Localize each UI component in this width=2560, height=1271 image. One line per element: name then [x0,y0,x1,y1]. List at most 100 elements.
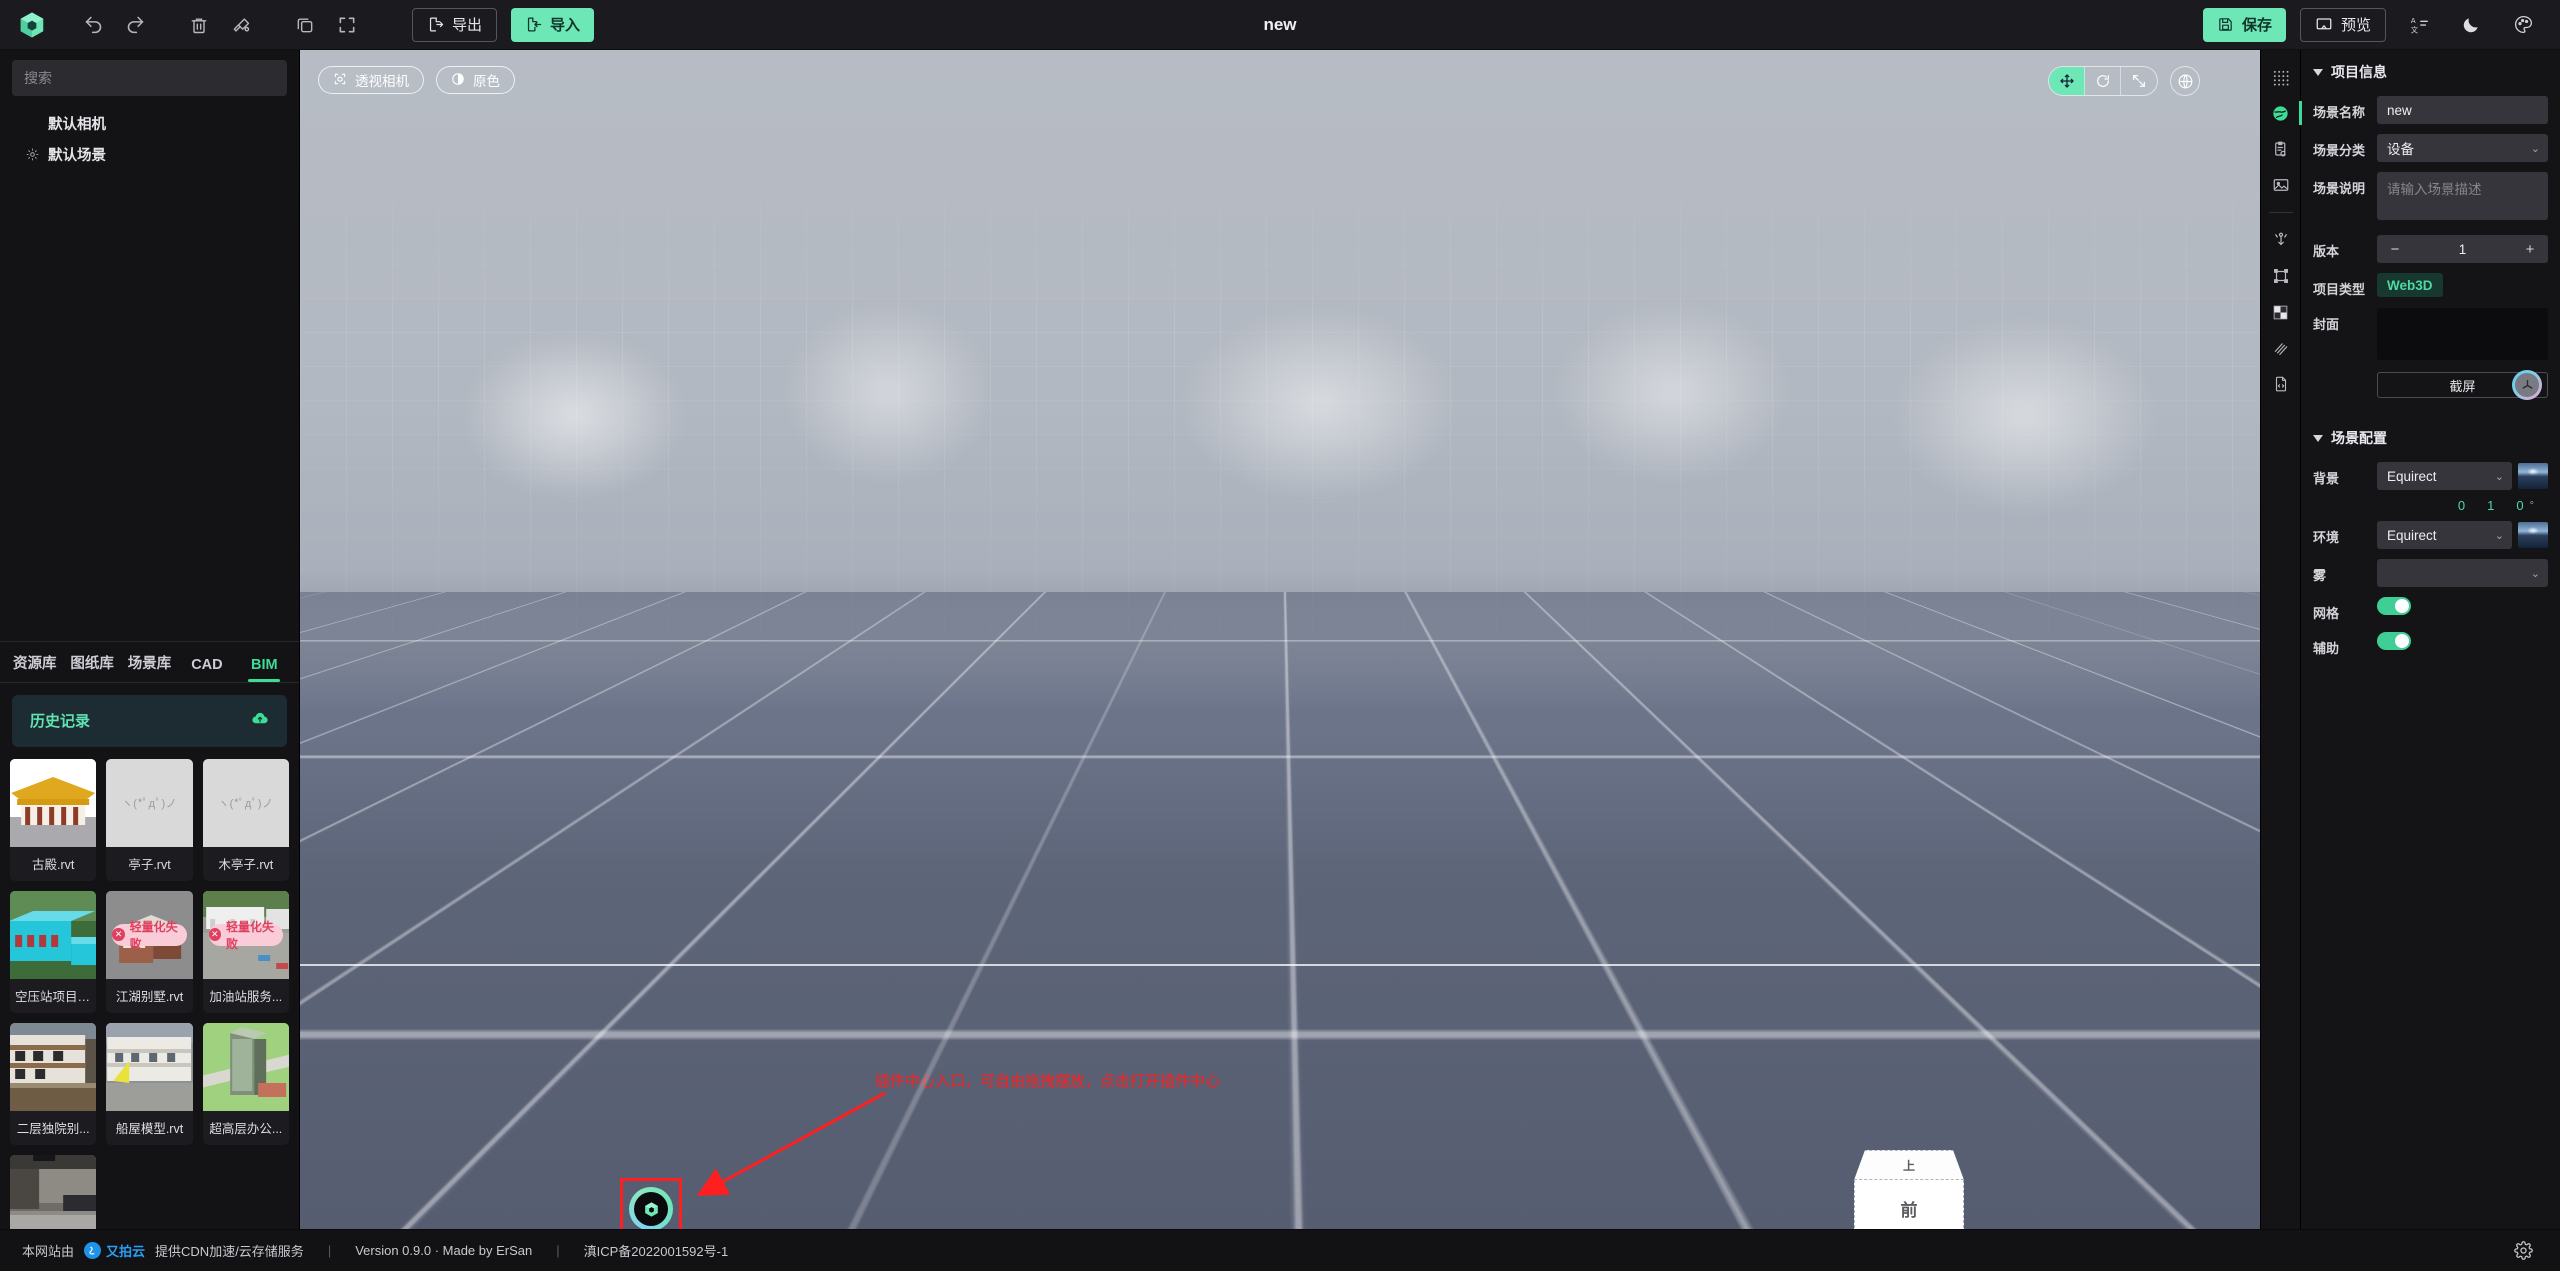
fullscreen-icon[interactable] [328,6,366,44]
view-cube-front-face[interactable]: 前 [1854,1180,1964,1229]
clipboard-history-icon[interactable] [2264,132,2298,166]
import-button[interactable]: 导入 [511,7,595,42]
original-color-button[interactable]: 原色 [436,66,515,94]
model-card[interactable]: ヽ(*ﾟдﾟ)ノ 亭子.rvt [106,758,193,881]
tab-drawing-library[interactable]: 图纸库 [63,641,120,682]
model-card[interactable]: 超高层办公... [202,1022,289,1145]
background-number-2[interactable]: 0 [2516,498,2523,513]
checker-material-icon[interactable] [2264,295,2298,329]
plugin-center-entry[interactable] [620,1178,682,1229]
project-info-section-header[interactable]: 项目信息 [2301,50,2560,92]
tree-item-default-scene[interactable]: 默认场景 [0,139,299,170]
upyun-brand[interactable]: 又拍云 [84,1241,145,1260]
version-label: 版本 [2313,244,2340,259]
redo-icon[interactable] [116,6,154,44]
model-card[interactable]: ヽ(*ﾟдﾟ)ノ 木亭子.rvt [202,758,289,881]
mercedes-star-icon[interactable] [2512,370,2542,400]
scene-name-input[interactable] [2377,96,2548,124]
background-type-select[interactable]: Equirect ⌄ [2377,462,2512,490]
scene-name-label: 场景名称 [2313,105,2366,120]
cover-preview[interactable] [2377,308,2548,360]
moon-icon[interactable] [2452,6,2490,44]
globe-icon[interactable] [2170,66,2200,96]
save-button[interactable]: 保存 [2202,7,2286,42]
background-number-1[interactable]: 1 [2487,498,2494,513]
scene-category-control: 设备 ⌄ [2377,134,2548,162]
history-record-button[interactable]: 历史记录 [12,694,287,747]
scale-gizmo-icon[interactable] [2121,67,2157,95]
scene-desc-textarea[interactable] [2377,172,2548,220]
layers-icon[interactable] [2264,331,2298,365]
cover-row: 封面 [2301,304,2560,366]
environment-type-select[interactable]: Equirect ⌄ [2377,521,2512,549]
model-card[interactable]: 古殿.rvt [10,758,97,881]
scene-name-row: 场景名称 [2301,92,2560,130]
fog-select[interactable]: ⌄ [2377,559,2548,587]
view-cube[interactable]: 上 前 [1854,1150,1964,1229]
model-card[interactable]: ✕ 轻量化失败 加油站服务... [202,890,289,1013]
left-panel-spacer [0,170,299,641]
scene-config-section-header[interactable]: 场景配置 [2301,416,2560,458]
grid-dots-icon[interactable] [2264,60,2298,94]
export-button[interactable]: 导出 [412,7,498,42]
perspective-camera-button[interactable]: 透视相机 [318,66,424,94]
3d-viewport[interactable]: 透视相机 原色 插件中心入口，可自由拖拽摆放，点击打开插件中心 上 前 [300,50,2260,1229]
gear-icon[interactable] [2508,1236,2538,1266]
view-cube-top-face[interactable]: 上 [1854,1150,1964,1180]
version-value: 1 [2458,241,2467,257]
translate-icon[interactable]: A文 [2400,6,2438,44]
save-label: 保存 [2241,17,2272,34]
scene-category-label: 场景分类 [2313,143,2366,158]
model-card[interactable]: 二层独院别... [10,1022,97,1145]
version-increment-button[interactable]: + [2522,241,2538,258]
model-name: 二层独院别... [16,1121,90,1136]
model-thumbnail [10,1154,97,1229]
helper-toggle[interactable] [2377,632,2411,650]
background-texture-thumbnail[interactable] [2518,463,2548,489]
cube-logo-icon[interactable] [4,10,60,40]
image-icon[interactable] [2264,168,2298,202]
environment-texture-thumbnail[interactable] [2518,522,2548,548]
plugin-icon-inner [634,1192,668,1226]
grid-toggle[interactable] [2377,597,2411,615]
scene-category-select[interactable]: 设备 ⌄ [2377,134,2548,162]
trash-icon[interactable] [180,6,218,44]
model-card[interactable]: ✕ 轻量化失败 江湖别墅.rvt [106,890,193,1013]
svg-text:A: A [2411,16,2416,25]
version-decrement-button[interactable]: − [2387,241,2403,258]
move-gizmo-icon[interactable] [2049,67,2085,95]
globe-scene-icon[interactable] [2264,96,2302,130]
environment-row: 环境 Equirect ⌄ [2301,517,2560,555]
paint-bucket-icon[interactable] [222,6,260,44]
tab-cad[interactable]: CAD [178,646,235,682]
cloud-upload-icon[interactable] [251,709,269,732]
scene-config-title: 场景配置 [2331,430,2387,446]
undo-icon[interactable] [74,6,112,44]
model-card[interactable]: 船屋模型.rvt [106,1022,193,1145]
tab-resource-library[interactable]: 资源库 [6,641,63,682]
tab-scene-library[interactable]: 场景库 [121,641,178,682]
project-info-title: 项目信息 [2331,64,2387,80]
rotate-gizmo-icon[interactable] [2085,67,2121,95]
model-card[interactable]: 空压站项目.... [10,890,97,1013]
background-number-0[interactable]: 0 [2458,498,2465,513]
app-root: 导出 导入 new 保存 预览 A文 搜索 默认相机 默认场景 资源库 图纸库 … [0,0,2560,1271]
search-input[interactable] [12,60,287,96]
project-type-tag: Web3D [2377,273,2443,297]
fab-inner [2515,373,2539,397]
scene-desc-row: 场景说明 [2301,168,2560,231]
footer-cdn-text: 提供CDN加速/云存储服务 [155,1244,304,1259]
version-stepper[interactable]: − 1 + [2377,235,2548,263]
chevron-down-icon: ⌄ [2494,470,2504,483]
tab-bim[interactable]: BIM [236,646,293,682]
copy-icon[interactable] [286,6,324,44]
model-card[interactable]: 餐厅厨房模... [10,1154,97,1229]
anchor-icon[interactable] [2264,223,2298,257]
placeholder-kaomoji: ヽ(*ﾟдﾟ)ノ [121,797,178,810]
project-type-control: Web3D [2377,273,2548,297]
palette-icon[interactable] [2504,6,2542,44]
bounding-box-icon[interactable] [2264,259,2298,293]
tree-item-default-camera[interactable]: 默认相机 [0,108,299,139]
preview-button[interactable]: 预览 [2299,7,2386,42]
code-file-icon[interactable] [2264,367,2298,401]
